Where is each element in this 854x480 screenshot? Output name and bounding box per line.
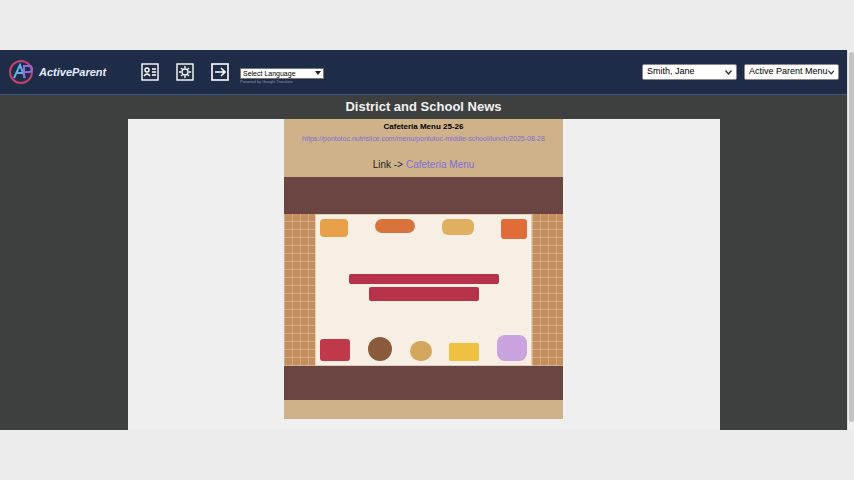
page-heading: District and School News bbox=[345, 97, 501, 117]
news-card: Cafeteria Menu 25-26 https://pontotoc.nu… bbox=[284, 119, 563, 419]
top-navbar: ActiveParent bbox=[0, 50, 847, 95]
logo[interactable]: ActiveParent bbox=[8, 59, 128, 85]
logout-arrow-icon[interactable] bbox=[210, 62, 230, 82]
news-panel: Cafeteria Menu 25-26 https://pontotoc.nu… bbox=[128, 119, 720, 430]
content-area: District and School News Cafeteria Menu … bbox=[0, 95, 847, 430]
cafeteria-menu-link[interactable]: Cafeteria Menu bbox=[406, 157, 474, 172]
chevron-down-icon bbox=[315, 71, 321, 75]
powered-by-text: Powered by Google Translate bbox=[240, 79, 324, 85]
menu-select[interactable]: Active Parent Menu bbox=[744, 64, 839, 80]
post-url-link[interactable]: https://pontotoc.nutrislice.com/menu/pon… bbox=[302, 134, 545, 143]
language-select[interactable]: Select Language bbox=[240, 68, 324, 79]
profile-card-icon[interactable] bbox=[140, 62, 160, 82]
gear-icon[interactable] bbox=[175, 62, 195, 82]
chevron-down-icon bbox=[828, 70, 834, 75]
banner-area bbox=[284, 214, 563, 366]
cafeteria-banner-image[interactable] bbox=[315, 214, 532, 366]
logo-icon bbox=[8, 59, 36, 85]
scrollbar[interactable] bbox=[847, 50, 854, 430]
post-title: Cafeteria Menu 25-26 bbox=[383, 122, 463, 132]
user-select[interactable]: Smith, Jane bbox=[642, 64, 737, 80]
link-prefix: Link -> bbox=[373, 157, 403, 172]
logo-text: ActiveParent bbox=[39, 64, 106, 81]
chevron-down-icon bbox=[725, 70, 732, 75]
